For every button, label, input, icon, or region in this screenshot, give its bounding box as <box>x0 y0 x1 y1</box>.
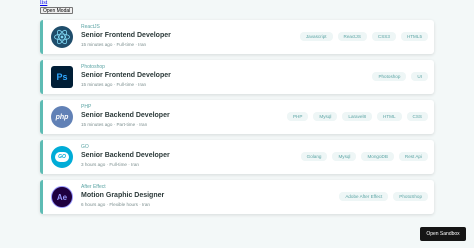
tag-html[interactable]: HTML <box>377 112 402 121</box>
golang-logo-icon: GO <box>51 146 73 168</box>
job-card[interactable]: Ae After Effect Motion Graphic Designer … <box>40 180 434 214</box>
job-title[interactable]: Motion Graphic Designer <box>81 191 164 200</box>
job-card[interactable]: GO GO Senior Backend Developer 3 hours a… <box>40 140 434 174</box>
job-meta: 15 minutes ago · Full-time · Iran <box>81 42 147 47</box>
tag-css3[interactable]: CSS3 <box>371 32 396 41</box>
tag-list: Photoshop UI <box>372 72 428 81</box>
tag-list: Javascript ReactJS CSS3 HTML5 <box>299 32 428 41</box>
tag-mysql[interactable]: Mysql <box>332 152 357 161</box>
tag-rest-api[interactable]: Rest Api <box>398 152 428 161</box>
php-logo-text: php <box>55 113 69 121</box>
job-meta: 15 minutes ago · Part-time · Iran <box>81 122 148 127</box>
tag-golang[interactable]: Golang <box>300 152 328 161</box>
company-name[interactable]: Photoshop <box>81 64 105 70</box>
job-card[interactable]: ReactJS Senior Frontend Developer 15 min… <box>40 20 434 54</box>
tag-html5[interactable]: HTML5 <box>400 32 428 41</box>
company-name[interactable]: ReactJS <box>81 24 100 30</box>
job-meta: 15 minutes ago · Full-time · Iran <box>81 82 147 87</box>
tag-photoshop[interactable]: PhotoShop <box>393 192 428 201</box>
photoshop-logo-icon: Ps <box>51 66 73 88</box>
react-logo-icon <box>51 26 73 48</box>
golang-logo-text: GO <box>58 154 66 160</box>
after-effects-logo-text: Ae <box>56 192 68 202</box>
company-name[interactable]: PHP <box>81 104 91 110</box>
golang-logo-badge: GO <box>55 152 69 162</box>
job-title[interactable]: Senior Backend Developer <box>81 111 170 120</box>
tag-php[interactable]: PHP <box>286 112 309 121</box>
job-card[interactable]: Ps Photoshop Senior Frontend Developer 1… <box>40 60 434 94</box>
tag-reactjs[interactable]: ReactJS <box>337 32 367 41</box>
open-modal-button[interactable]: Open Modal <box>40 7 74 14</box>
after-effects-logo-icon: Ae <box>51 186 73 208</box>
job-title[interactable]: Senior Frontend Developer <box>81 31 171 40</box>
tag-css[interactable]: CSS <box>406 112 428 121</box>
open-sandbox-button[interactable]: Open Sandbox <box>420 227 466 241</box>
tag-list: PHP Mysql Laravel8 HTML CSS <box>286 112 428 121</box>
job-card[interactable]: php PHP Senior Backend Developer 15 minu… <box>40 100 434 134</box>
tag-laravel8[interactable]: Laravel8 <box>342 112 373 121</box>
tag-ui[interactable]: UI <box>411 72 428 81</box>
list-link[interactable]: list <box>40 0 47 7</box>
tag-mongodb[interactable]: MongoDB <box>361 152 394 161</box>
tag-adobe-after-effect[interactable]: Adobe After Effect <box>339 192 389 201</box>
job-meta: 3 hours ago · Full-time · Iran <box>81 162 139 167</box>
job-title[interactable]: Senior Backend Developer <box>81 151 170 160</box>
job-meta: 6 hours ago · Flexible hours · Iran <box>81 202 150 207</box>
photoshop-logo-text: Ps <box>56 72 68 82</box>
job-title[interactable]: Senior Frontend Developer <box>81 71 171 80</box>
company-name[interactable]: After Effect <box>81 184 106 190</box>
tag-photoshop[interactable]: Photoshop <box>372 72 407 81</box>
tag-javascript[interactable]: Javascript <box>299 32 333 41</box>
company-name[interactable]: GO <box>81 144 89 150</box>
tag-list: Golang Mysql MongoDB Rest Api <box>300 152 428 161</box>
tag-mysql[interactable]: Mysql <box>313 112 338 121</box>
php-logo-icon: php <box>51 106 73 128</box>
tag-list: Adobe After Effect PhotoShop <box>339 192 428 201</box>
